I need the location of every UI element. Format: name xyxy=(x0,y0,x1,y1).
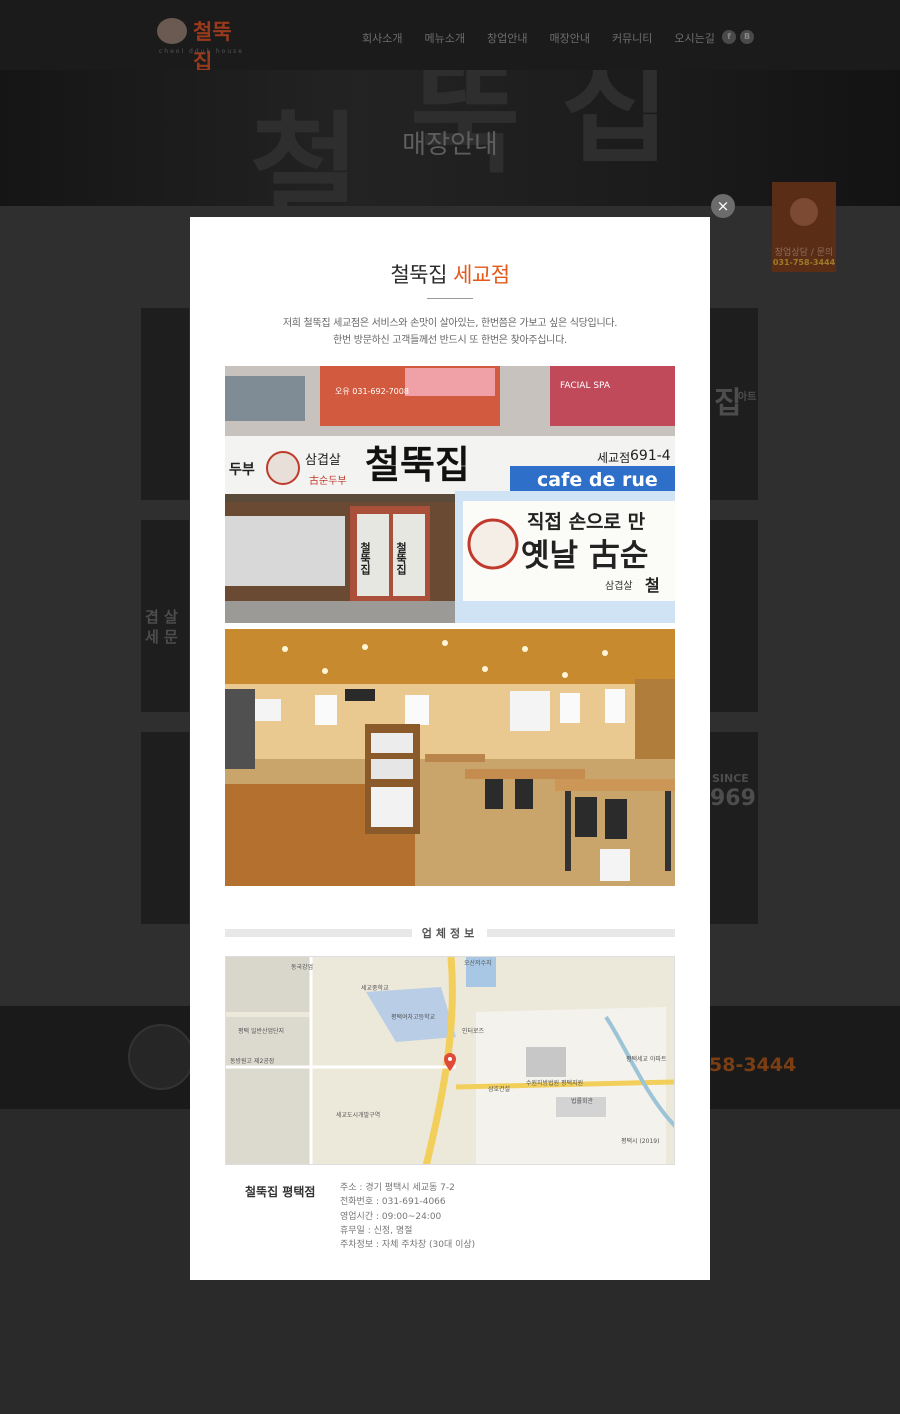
svg-text:오유 031-692-7008: 오유 031-692-7008 xyxy=(335,387,409,396)
store-card-text: 969 xyxy=(710,786,756,811)
sns-links: f B xyxy=(722,30,754,44)
location-map[interactable]: 동국강업 오산저수지 세교중학교 평택여자고등학교 평택 일반산업단지 동방원고… xyxy=(225,956,675,1165)
svg-text:삼겹살: 삼겹살 xyxy=(605,580,633,592)
store-description-line: 한번 방문하신 고객들께선 반드시 또 한번은 찾아주십니다. xyxy=(333,335,567,346)
quick-consult-phone: 031-758-3444 xyxy=(772,258,836,267)
svg-text:옛날 古순: 옛날 古순 xyxy=(521,538,648,574)
page-title: 매장안내 xyxy=(402,130,498,160)
store-info-list: 주소 : 경기 평택시 세교동 7-2 전화번호 : 031-691-4066 … xyxy=(340,1181,475,1252)
footer-phone: 58-3444 xyxy=(709,1054,797,1076)
store-card[interactable] xyxy=(141,732,189,924)
store-card-text: 겹 살 xyxy=(145,608,178,626)
store-card-text: 세 문 xyxy=(145,628,178,646)
site-header: 철뚝집 cheol dduk house 회사소개 메뉴소개 창업안내 매장안내… xyxy=(0,0,900,74)
svg-text:철뚝집: 철뚝집 xyxy=(365,442,470,487)
svg-text:평택시 (2019): 평택시 (2019) xyxy=(621,1137,659,1145)
svg-text:古순두부: 古순두부 xyxy=(309,474,347,487)
store-interior-photo xyxy=(225,629,675,886)
svg-text:오산저수지: 오산저수지 xyxy=(464,959,492,967)
svg-text:두부: 두부 xyxy=(229,462,255,478)
store-name: 철뚝집 평택점 xyxy=(245,1185,316,1199)
main-nav: 회사소개 메뉴소개 창업안내 매장안내 커뮤니티 오시는길 xyxy=(362,30,737,46)
blog-icon[interactable]: B xyxy=(740,30,754,44)
svg-text:동방원고 제2공장: 동방원고 제2공장 xyxy=(230,1057,275,1065)
store-detail-modal: 철뚝집 세교점 저희 철뚝집 세교점은 서비스와 손맛이 살아있는, 한번쯤은 … xyxy=(190,217,710,1280)
nav-item-company[interactable]: 회사소개 xyxy=(362,30,402,46)
close-icon[interactable]: × xyxy=(711,194,735,218)
store-parking: 주차정보 : 자체 주차장 (30대 이상) xyxy=(340,1240,476,1251)
store-card-text: SINCE xyxy=(712,772,749,785)
svg-text:세교점: 세교점 xyxy=(597,451,630,465)
store-closed-days: 휴무일 : 신정, 명절 xyxy=(340,1225,413,1236)
store-card[interactable] xyxy=(141,308,189,500)
svg-text:691-4: 691-4 xyxy=(630,448,671,464)
store-hours: 영업시간 : 09:00~24:00 xyxy=(340,1211,442,1222)
svg-text:법률회관: 법률회관 xyxy=(571,1097,594,1105)
nav-item-community[interactable]: 커뮤니티 xyxy=(612,30,652,46)
nav-item-franchise[interactable]: 창업안내 xyxy=(487,30,527,46)
quick-consult-button[interactable]: 창업상담 / 문의 031-758-3444 xyxy=(772,182,836,272)
svg-text:동국강업: 동국강업 xyxy=(291,963,313,971)
quick-consult-label: 창업상담 / 문의 xyxy=(774,248,834,258)
svg-text:철뚝집: 철뚝집 xyxy=(395,541,408,575)
logo-text: 철뚝집 xyxy=(193,19,232,74)
svg-text:평택세교 아파트: 평택세교 아파트 xyxy=(626,1055,667,1063)
store-description-line: 저희 철뚝집 세교점은 서비스와 손맛이 살아있는, 한번쯤은 가보고 싶은 식… xyxy=(282,318,618,329)
store-card[interactable]: 집 아트 xyxy=(710,308,758,500)
svg-text:철뚝집: 철뚝집 xyxy=(359,541,372,575)
svg-text:세교도시개발구역: 세교도시개발구역 xyxy=(336,1111,380,1119)
site-logo[interactable]: 철뚝집 cheol dduk house xyxy=(157,14,249,74)
nav-item-stores[interactable]: 매장안내 xyxy=(549,30,589,46)
section-heading: 업체정보 xyxy=(225,927,675,940)
svg-text:철: 철 xyxy=(645,576,660,595)
logo-subtext: cheol dduk house xyxy=(159,48,244,55)
svg-text:인터로즈: 인터로즈 xyxy=(462,1027,485,1035)
svg-text:평택여자고등학교: 평택여자고등학교 xyxy=(391,1013,436,1021)
title-divider xyxy=(427,298,473,299)
svg-text:평택 일반산업단지: 평택 일반산업단지 xyxy=(238,1027,284,1035)
nav-item-directions[interactable]: 오시는길 xyxy=(674,30,714,46)
svg-text:cafe de rue: cafe de rue xyxy=(537,469,658,491)
section-heading-label: 업체정보 xyxy=(421,927,479,940)
footer-logo-icon xyxy=(128,1024,194,1090)
store-card[interactable]: SINCE 969 xyxy=(710,732,758,924)
modal-title-brand: 철뚝집 xyxy=(390,263,447,287)
svg-text:FACIAL SPA: FACIAL SPA xyxy=(560,381,611,391)
svg-text:삼호건설: 삼호건설 xyxy=(488,1085,510,1093)
svg-text:직접 손으로 만: 직접 손으로 만 xyxy=(527,511,646,533)
logo-emblem-icon xyxy=(157,18,187,44)
store-address: 주소 : 경기 평택시 세교동 7-2 xyxy=(340,1183,455,1193)
svg-text:세교중학교: 세교중학교 xyxy=(361,984,389,992)
consultant-icon xyxy=(790,198,818,226)
facebook-icon[interactable]: f xyxy=(722,30,736,44)
store-card[interactable]: 겹 살 세 문 xyxy=(141,520,189,712)
modal-title: 철뚝집 세교점 xyxy=(190,259,710,289)
modal-title-branch: 세교점 xyxy=(453,263,510,287)
store-phone: 전화번호 : 031-691-4066 xyxy=(340,1197,446,1208)
nav-item-menu[interactable]: 메뉴소개 xyxy=(424,30,464,46)
sub-visual: 철 뚝 집 매장안내 xyxy=(0,70,900,206)
store-exterior-photo: 오유 031-692-7008 FACIAL SPA 두부 삼겹살 古순두부 철… xyxy=(225,366,675,623)
svg-text:삼겹살: 삼겹살 xyxy=(305,453,341,468)
store-card-text: 아트 xyxy=(738,392,757,403)
svg-text:수원지방법원 평택지원: 수원지방법원 평택지원 xyxy=(526,1079,583,1087)
store-card[interactable] xyxy=(710,520,758,712)
